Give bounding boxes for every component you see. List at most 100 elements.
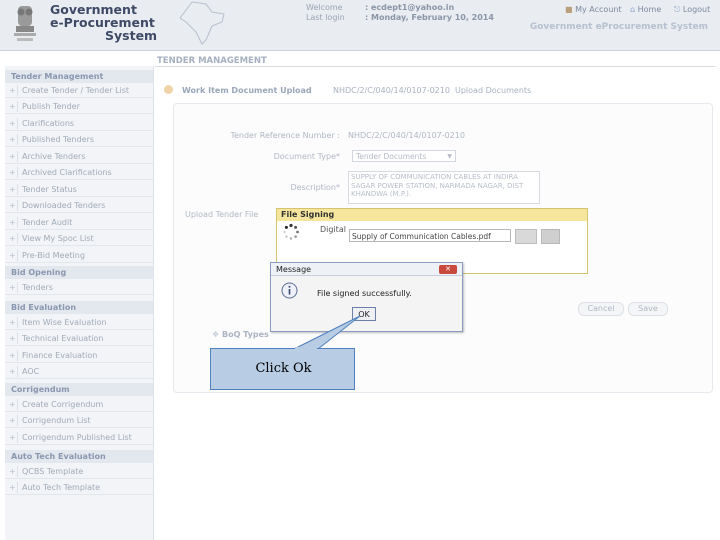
india-map-icon (179, 1, 225, 45)
sidebar: Tender Management + Create Tender / Tende… (5, 66, 154, 540)
last-login-label: Last login (306, 13, 345, 22)
sidebar-item-qcbs-template[interactable]: + QCBS Template (5, 464, 153, 479)
message-text: File signed successfully. (317, 289, 412, 298)
divider (17, 184, 18, 195)
divider (17, 101, 18, 112)
plus-icon: + (9, 185, 16, 194)
breadcrumb-tender[interactable]: NHDC/2/C/040/14/0107-0210 (333, 86, 450, 95)
plus-icon: + (9, 201, 16, 210)
sidebar-item-corrigendum-list[interactable]: + Corrigendum List (5, 413, 153, 428)
back-arrow-icon[interactable] (164, 85, 173, 94)
divider (17, 233, 18, 244)
sidebar-item-label: Create Corrigendum (22, 400, 104, 409)
sidebar-item-publish-tender[interactable]: + Publish Tender (5, 99, 153, 114)
breadcrumb-page[interactable]: Work Item Document Upload (182, 86, 312, 95)
sidebar-item-item-wise-evaluation[interactable]: + Item Wise Evaluation (5, 315, 153, 330)
doc-type-select[interactable]: Tender Documents ▼ (352, 150, 456, 162)
plus-icon: + (9, 102, 16, 111)
site-logo[interactable]: Government e-Procurement System (50, 3, 157, 42)
sidebar-item-clarifications[interactable]: + Clarifications (5, 116, 153, 131)
logout-link[interactable]: ⎋ Logout (674, 5, 710, 15)
sidebar-group-tender-management[interactable]: Tender Management (5, 70, 153, 83)
sign-button[interactable] (541, 229, 560, 244)
plus-icon: + (9, 416, 16, 425)
divider (17, 432, 18, 443)
divider (17, 85, 18, 96)
instruction-callout: Click Ok (210, 348, 355, 390)
breadcrumb-current: Upload Documents (455, 86, 532, 95)
sidebar-item-tender-audit[interactable]: + Tender Audit (5, 215, 153, 230)
cancel-button[interactable]: Cancel (578, 302, 624, 316)
sidebar-item-published-tenders[interactable]: + Published Tenders (5, 132, 153, 147)
sidebar-item-tenders[interactable]: + Tenders (5, 280, 153, 295)
sidebar-item-label: Archive Tenders (22, 152, 86, 161)
home-icon: ⌂ (630, 5, 636, 14)
browse-button[interactable] (515, 229, 537, 244)
sidebar-item-label: Tender Audit (22, 218, 73, 227)
sidebar-item-label: AOC (22, 367, 40, 376)
boq-label: BoQ Types (221, 330, 269, 339)
sidebar-item-archive-tenders[interactable]: + Archive Tenders (5, 149, 153, 164)
chevron-down-icon: ▼ (447, 153, 452, 160)
sidebar-item-archived-clarifications[interactable]: + Archived Clarifications (5, 165, 153, 180)
sidebar-item-corrigendum-published-list[interactable]: + Corrigendum Published List (5, 430, 153, 445)
sidebar-item-pre-bid-meeting[interactable]: + Pre-Bid Meeting (5, 248, 153, 263)
ok-button[interactable]: OK (352, 307, 376, 321)
boq-types-link[interactable]: ❖ BoQ Types (212, 330, 269, 339)
divider (17, 317, 18, 328)
description-label: Description* (290, 183, 340, 192)
plus-icon: + (9, 86, 16, 95)
divider (17, 399, 18, 410)
plus-icon: + (9, 433, 16, 442)
sidebar-group-bid-evaluation[interactable]: Bid Evaluation (5, 301, 153, 314)
sidebar-item-aoc[interactable]: + AOC (5, 364, 153, 379)
welcome-value: : ecdept1@yahoo.in (365, 3, 455, 12)
section-title: TENDER MANAGEMENT (157, 56, 267, 66)
sidebar-item-label: QCBS Template (22, 467, 84, 476)
close-icon[interactable]: ✕ (439, 265, 457, 274)
my-account-link[interactable]: ■ My Account (565, 5, 622, 14)
divider (17, 151, 18, 162)
description-textarea[interactable]: SUPPLY OF COMMUNICATION CABLES AT INDIRA… (348, 171, 540, 204)
sidebar-item-label: Auto Tech Template (22, 483, 101, 492)
sidebar-item-spoc-list[interactable]: + View My Spoc List (5, 231, 153, 246)
doc-type-label: Document Type* (273, 152, 340, 161)
sidebar-item-auto-tech-template[interactable]: + Auto Tech Template (5, 480, 153, 495)
sidebar-group-bid-opening[interactable]: Bid Opening (5, 266, 153, 279)
sidebar-item-label: View My Spoc List (22, 234, 94, 243)
home-label: Home (637, 5, 662, 14)
sidebar-item-technical-evaluation[interactable]: + Technical Evaluation (5, 331, 153, 346)
logout-label: Logout (682, 5, 711, 14)
divider (17, 282, 18, 293)
sidebar-item-label: Clarifications (22, 119, 75, 128)
plus-icon: + (9, 218, 16, 227)
sidebar-item-tender-status[interactable]: + Tender Status (5, 182, 153, 197)
last-login-value: : Monday, February 10, 2014 (365, 13, 494, 22)
sidebar-item-label: Technical Evaluation (22, 334, 104, 343)
sidebar-item-label: Corrigendum List (22, 416, 91, 425)
welcome-label: Welcome (306, 3, 343, 12)
home-link[interactable]: ⌂ Home (630, 5, 661, 14)
save-button[interactable]: Save (628, 302, 668, 316)
user-icon: ■ (565, 5, 573, 14)
divider (17, 134, 18, 145)
divider (17, 350, 18, 361)
divider (17, 466, 18, 477)
plus-icon: + (9, 334, 16, 343)
sidebar-item-downloaded-tenders[interactable]: + Downloaded Tenders (5, 198, 153, 213)
divider (17, 200, 18, 211)
sidebar-item-create-corrigendum[interactable]: + Create Corrigendum (5, 397, 153, 412)
sidebar-group-corrigendum[interactable]: Corrigendum (5, 383, 153, 396)
sidebar-item-finance-evaluation[interactable]: + Finance Evaluation (5, 348, 153, 363)
sidebar-item-create-tender[interactable]: + Create Tender / Tender List (5, 83, 153, 98)
plus-icon: + (9, 234, 16, 243)
plus-icon: + (9, 251, 16, 260)
plus-icon: + (9, 367, 16, 376)
sidebar-item-label: Item Wise Evaluation (22, 318, 107, 327)
signing-file-field[interactable]: Supply of Communication Cables.pdf (349, 229, 511, 242)
plus-icon: + (9, 400, 16, 409)
sidebar-group-auto-tech-evaluation[interactable]: Auto Tech Evaluation (5, 450, 153, 463)
loading-spinner-icon (283, 223, 299, 240)
plus-icon: + (9, 467, 16, 476)
plus-icon: + (9, 483, 16, 492)
